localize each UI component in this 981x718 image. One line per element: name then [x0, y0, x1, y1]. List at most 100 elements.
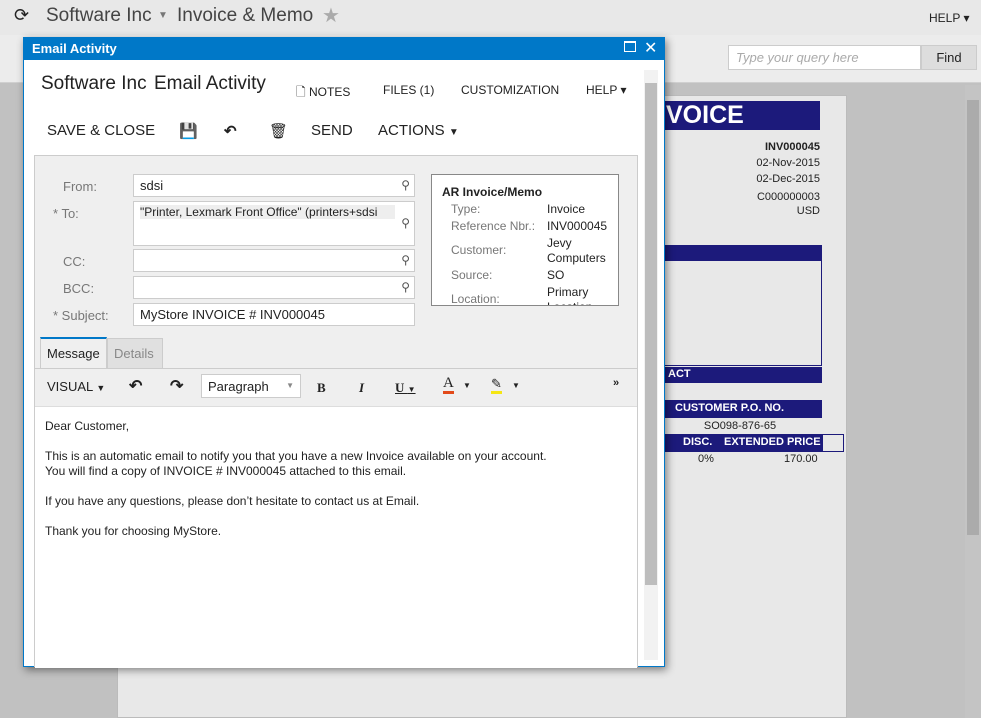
page-scrollbar-thumb[interactable] [967, 100, 979, 535]
bcc-field[interactable]: ⚲ [133, 276, 415, 299]
from-value: sdsi [140, 178, 164, 193]
message-line: You will find a copy of INVOICE # INV000… [45, 464, 407, 478]
to-field[interactable]: "Printer, Lexmark Front Office" (printer… [133, 201, 415, 246]
disc-value: 0% [698, 453, 714, 465]
customization-link[interactable]: CUSTOMIZATION [461, 83, 559, 97]
from-label: From: [63, 179, 97, 194]
cc-field[interactable]: ⚲ [133, 249, 415, 272]
italic-icon[interactable]: I [359, 380, 364, 396]
more-tools-icon[interactable]: » [613, 377, 619, 389]
subject-field[interactable]: MyStore INVOICE # INV000045 [133, 303, 415, 326]
summary-key: Reference Nbr.: [451, 219, 536, 233]
star-icon[interactable]: ★ [322, 3, 340, 28]
help-link[interactable]: HELP ▾ [586, 83, 627, 97]
dialog-title: Email Activity [32, 41, 117, 56]
message-editor[interactable]: Dear Customer, This is an automatic emai… [35, 406, 637, 668]
save-icon[interactable]: 💾 [179, 122, 198, 140]
close-icon[interactable]: ✕ [644, 38, 657, 58]
invoice-due-date: 02-Dec-2015 [756, 173, 820, 185]
undo-icon[interactable]: ↶ [224, 122, 237, 140]
summary-key: Location: [451, 292, 500, 306]
refresh-icon[interactable]: ⟳ [14, 5, 29, 26]
summary-title: AR Invoice/Memo [442, 185, 543, 199]
top-bar: ⟳ Software Inc ▼ Invoice & Memo ★ HELP ▾ [0, 0, 981, 35]
summary-value: SO [547, 268, 565, 282]
message-line: Dear Customer, [45, 419, 130, 433]
summary-key: Customer: [451, 243, 507, 257]
bold-icon[interactable]: B [317, 380, 326, 396]
summary-value: Jevy Computers [547, 236, 606, 265]
note-icon: 🗋 [296, 85, 306, 99]
help-label: HELP [586, 83, 618, 97]
redo-icon[interactable]: ↷ [170, 376, 183, 396]
undo-icon[interactable]: ↶ [129, 376, 142, 396]
bcc-label: BCC: [63, 281, 95, 296]
send-button[interactable]: SEND [311, 122, 353, 139]
actions-label: ACTIONS [378, 122, 445, 139]
header-cell [822, 434, 844, 452]
maximize-icon[interactable] [624, 41, 636, 52]
search-icon[interactable]: ⚲ [401, 216, 410, 230]
format-select[interactable]: Paragraph ▼ [201, 374, 301, 398]
underline-icon[interactable]: U ▼ [395, 380, 416, 396]
ext-price-value: 170.00 [784, 453, 818, 465]
notes-link[interactable]: 🗋 NOTES [296, 83, 350, 104]
actions-menu[interactable]: ACTIONS ▼ [378, 122, 459, 139]
po-value: SO098-876-65 [703, 420, 777, 432]
search-icon[interactable]: ⚲ [401, 178, 410, 192]
find-button[interactable]: Find [921, 45, 977, 70]
related-entity-summary: AR Invoice/Memo Type: Invoice Reference N… [431, 174, 619, 306]
files-link[interactable]: FILES (1) [383, 83, 434, 97]
invoice-currency: USD [796, 205, 820, 217]
invoice-customer-id: C000000003 [756, 191, 820, 203]
invoice-title: VOICE [658, 101, 820, 130]
dialog-screen-title: Email Activity [154, 73, 266, 94]
summary-value[interactable]: INV000045 [547, 219, 607, 234]
invoice-date: 02-Nov-2015 [756, 157, 820, 169]
tab-message[interactable]: Message [40, 337, 107, 369]
tab-details[interactable]: Details [107, 338, 163, 369]
help-menu[interactable]: HELP ▾ [929, 11, 970, 25]
mode-label: VISUAL [47, 379, 93, 394]
company-selector[interactable]: Software Inc [46, 5, 152, 27]
to-value: "Printer, Lexmark Front Office" (printer… [140, 205, 395, 219]
font-color-icon[interactable]: A [443, 376, 454, 394]
message-line: Thank you for choosing MyStore. [45, 524, 222, 538]
summary-key: Source: [451, 268, 493, 282]
email-form: From: sdsi ⚲ * To: "Printer, Lexmark Fron… [34, 155, 638, 668]
help-label: HELP [929, 11, 961, 25]
visual-mode-menu[interactable]: VISUAL ▼ [47, 379, 105, 394]
to-label: * To: [53, 206, 79, 221]
invoice-number: INV000045 [764, 141, 820, 153]
contact-header: ACT [658, 367, 822, 383]
lines-header: DISC. EXTENDED PRICE [658, 434, 822, 452]
dialog-header: Email Activity ✕ [24, 38, 664, 60]
search-input[interactable]: Type your query here [728, 45, 921, 70]
subject-label: * Subject: [53, 308, 109, 323]
summary-value: Invoice [547, 202, 586, 216]
address-box [658, 245, 822, 366]
chevron-down-icon[interactable]: ▼ [158, 10, 168, 21]
message-line: This is an automatic email to notify you… [45, 449, 547, 463]
page-title: Invoice & Memo [177, 5, 314, 26]
format-value: Paragraph [208, 379, 269, 394]
email-activity-dialog: Email Activity ✕ Software Inc Email Acti… [23, 37, 665, 668]
po-header: CUSTOMER P.O. NO. [658, 400, 822, 418]
summary-value: Primary Location [547, 285, 592, 305]
search-icon[interactable]: ⚲ [401, 280, 410, 294]
to-label-text: To: [61, 206, 79, 221]
delete-icon[interactable]: 🗑 [269, 122, 288, 140]
notes-label: NOTES [309, 85, 351, 99]
disc-header: DISC. [683, 436, 713, 448]
search-icon[interactable]: ⚲ [401, 253, 410, 267]
from-field[interactable]: sdsi ⚲ [133, 174, 415, 197]
dialog-scrollbar-thumb[interactable] [645, 83, 657, 585]
summary-key: Type: [451, 202, 481, 216]
dialog-company: Software Inc [41, 73, 147, 94]
editor-toolbar: VISUAL ▼ ↶ ↷ Paragraph ▼ B I U ▼ A ▼ ✎ ▼ » [35, 368, 637, 406]
ext-price-header: EXTENDED PRICE [724, 436, 821, 448]
subject-label-text: Subject: [61, 308, 109, 323]
save-close-button[interactable]: SAVE & CLOSE [47, 122, 155, 139]
highlight-icon[interactable]: ✎ [491, 376, 502, 394]
message-line: If you have any questions, please don’t … [45, 494, 420, 508]
